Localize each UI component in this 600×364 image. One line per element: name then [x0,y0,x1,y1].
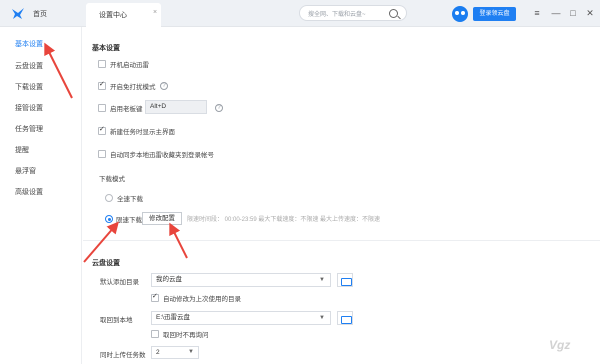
arrow-to-basic-settings [44,42,73,99]
arrow-to-limit-speed [83,221,119,263]
annotation-arrows [44,42,188,263]
arrow-to-modify-config [169,222,188,259]
watermark: Vgz [549,338,571,352]
